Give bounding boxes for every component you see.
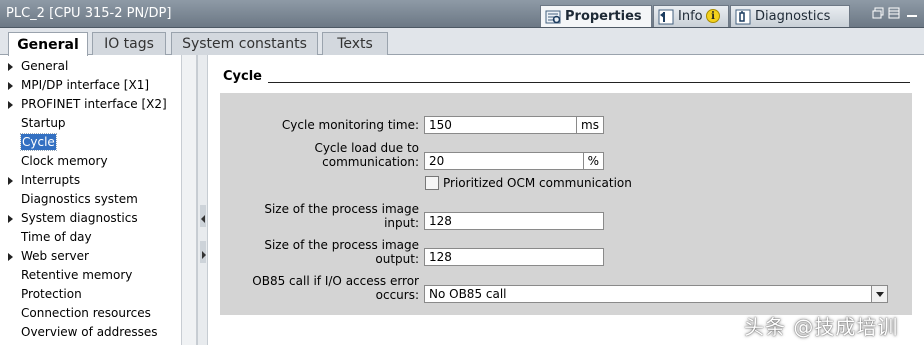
section-title: Cycle <box>223 69 262 84</box>
nav-scrollbar[interactable] <box>181 55 197 345</box>
cycle-load-unit: % <box>582 153 603 169</box>
ob85-label-line2: occurs: <box>375 288 419 302</box>
restore-window-icon[interactable] <box>872 7 884 19</box>
nav-item-profinet-interface[interactable]: PROFINET interface [X2] <box>0 95 181 114</box>
ob85-dropdown[interactable]: No OB85 call <box>424 285 888 303</box>
collapse-left-icon[interactable] <box>201 215 205 223</box>
cycle-monitoring-time-input[interactable]: 150 ms <box>424 116 604 134</box>
nav-item-time-of-day[interactable]: Time of day <box>0 228 181 247</box>
nav-item-diagnostics-system[interactable]: Diagnostics system <box>0 190 181 209</box>
nav-item-clock-memory[interactable]: Clock memory <box>0 152 181 171</box>
nav-item-label: Diagnostics system <box>21 192 138 206</box>
cycle-load-value: 20 <box>429 154 445 168</box>
float-window-icon[interactable] <box>888 7 900 19</box>
diagnostics-icon <box>735 9 751 25</box>
nav-item-mpi-dp-interface[interactable]: MPI/DP interface [X1] <box>0 76 181 95</box>
prioritized-ocm-label: Prioritized OCM communication <box>443 176 632 190</box>
watermark-text: 头条 @技成培训 <box>744 315 899 339</box>
properties-tab-bar: General IO tags System constants Texts <box>0 28 924 56</box>
nav-item-startup[interactable]: Startup <box>0 114 181 133</box>
nav-item-overview-of-addresses[interactable]: Overview of addresses <box>0 323 181 342</box>
chevron-down-icon[interactable] <box>871 286 887 302</box>
expand-arrow-icon[interactable] <box>8 63 13 71</box>
pi-output-label: Size of the process image output: <box>264 238 419 266</box>
nav-item-label: Protection <box>21 287 82 301</box>
cycle-load-label: Cycle load due to communication: <box>314 141 419 169</box>
cycle-load-label-line2: communication: <box>322 155 419 169</box>
expand-arrow-icon[interactable] <box>8 101 13 109</box>
prioritized-ocm-checkbox[interactable] <box>425 176 439 190</box>
nav-item-label: Web server <box>21 249 89 263</box>
nav-item-label: Cycle <box>20 133 57 151</box>
nav-item-label: Startup <box>21 116 66 130</box>
properties-icon <box>545 9 561 25</box>
nav-item-label: Clock memory <box>21 154 108 168</box>
expand-arrow-icon[interactable] <box>8 215 13 223</box>
nav-tree: General MPI/DP interface [X1] PROFINET i… <box>0 55 181 345</box>
pi-output-label-line1: Size of the process image <box>264 238 419 252</box>
minimize-window-icon[interactable] <box>906 7 918 19</box>
nav-item-label: Connection resources <box>21 306 151 320</box>
expand-arrow-icon[interactable] <box>8 82 13 90</box>
cycle-monitoring-time-unit: ms <box>576 117 603 133</box>
nav-item-cycle[interactable]: Cycle <box>0 133 181 152</box>
window-title: PLC_2 [CPU 315-2 PN/DP] <box>6 6 172 21</box>
pane-splitter[interactable] <box>197 55 208 345</box>
expand-arrow-icon[interactable] <box>8 177 13 185</box>
nav-item-retentive-memory[interactable]: Retentive memory <box>0 266 181 285</box>
tab-properties-label: Properties <box>565 9 642 24</box>
tab-system-constants[interactable]: System constants <box>171 32 318 55</box>
nav-item-interrupts[interactable]: Interrupts <box>0 171 181 190</box>
tab-diagnostics-label: Diagnostics <box>755 9 831 24</box>
expand-right-icon[interactable] <box>202 251 206 259</box>
nav-item-label: Interrupts <box>21 173 81 187</box>
nav-item-system-diagnostics[interactable]: System diagnostics <box>0 209 181 228</box>
nav-item-label: PROFINET interface [X2] <box>21 97 167 111</box>
ob85-label: OB85 call if I/O access error occurs: <box>252 274 419 302</box>
nav-item-label: Overview of addresses <box>21 325 158 339</box>
pi-output-field[interactable]: 128 <box>424 248 604 266</box>
info-badge-icon: i <box>706 9 720 23</box>
nav-item-label: MPI/DP interface [X1] <box>21 78 150 92</box>
cycle-load-input[interactable]: 20 % <box>424 152 604 170</box>
expand-arrow-icon[interactable] <box>8 253 13 261</box>
tab-info[interactable]: Info i <box>653 5 729 27</box>
nav-item-connection-resources[interactable]: Connection resources <box>0 304 181 323</box>
info-icon <box>658 9 674 25</box>
nav-item-label: Retentive memory <box>21 268 133 282</box>
pi-input-label: Size of the process image input: <box>264 202 419 230</box>
ob85-selected-value: No OB85 call <box>429 287 507 301</box>
nav-item-label: General <box>21 59 69 73</box>
tab-general[interactable]: General <box>8 32 88 56</box>
tab-info-label: Info <box>678 9 703 24</box>
cycle-monitoring-time-label: Cycle monitoring time: <box>281 118 419 132</box>
tab-diagnostics[interactable]: Diagnostics <box>730 5 850 27</box>
cycle-settings-panel: Cycle monitoring time: 150 ms Cycle load… <box>220 93 912 315</box>
nav-item-label: Time of day <box>21 230 92 244</box>
cycle-monitoring-time-value: 150 <box>429 118 452 132</box>
pi-output-label-line2: output: <box>375 252 419 266</box>
nav-item-protection[interactable]: Protection <box>0 285 181 304</box>
cycle-settings-content: Cycle Cycle monitoring time: 150 ms Cycl… <box>208 55 924 345</box>
tab-io-tags[interactable]: IO tags <box>92 32 166 55</box>
section-divider <box>268 82 910 83</box>
pi-input-label-line1: Size of the process image <box>264 202 419 216</box>
tab-properties[interactable]: Properties <box>540 5 652 27</box>
window-titlebar: PLC_2 [CPU 315-2 PN/DP] Properties Info … <box>0 0 924 28</box>
pi-input-field[interactable]: 128 <box>424 212 604 230</box>
nav-item-general[interactable]: General <box>0 57 181 76</box>
nav-item-web-server[interactable]: Web server <box>0 247 181 266</box>
nav-item-label: System diagnostics <box>21 211 138 225</box>
ob85-label-line1: OB85 call if I/O access error <box>252 274 419 288</box>
tab-texts[interactable]: Texts <box>322 32 388 55</box>
pi-input-label-line2: input: <box>384 216 419 230</box>
cycle-load-label-line1: Cycle load due to <box>314 141 419 155</box>
